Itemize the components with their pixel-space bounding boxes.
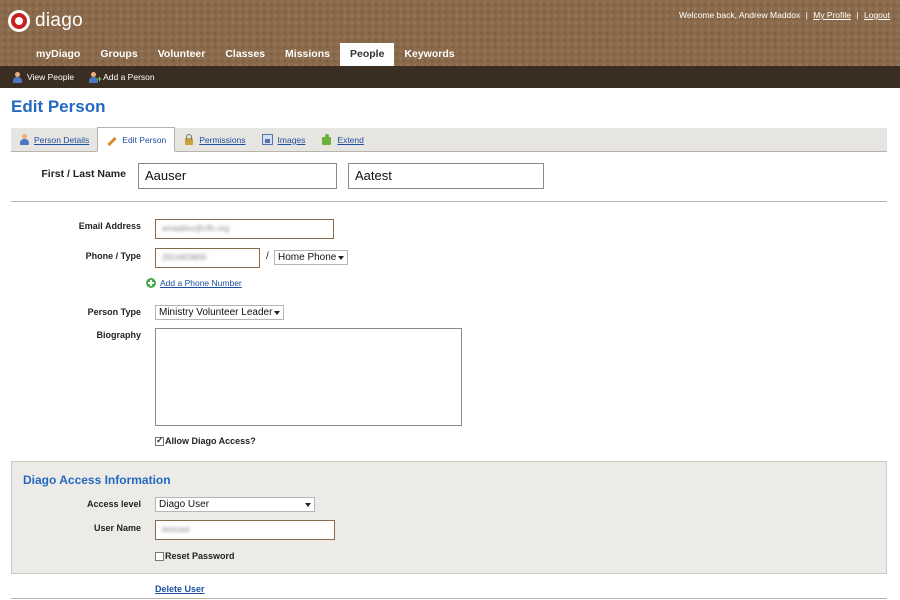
nav-keywords[interactable]: Keywords xyxy=(394,43,464,66)
last-name-input[interactable]: Aatest xyxy=(348,163,544,189)
person-type-label: Person Type xyxy=(87,307,141,317)
add-person-icon: + xyxy=(88,71,102,83)
separator: | xyxy=(856,10,859,20)
nav-people[interactable]: People xyxy=(339,43,395,66)
people-icon xyxy=(12,71,23,83)
phone-separator: / xyxy=(266,251,269,262)
diago-logo-icon xyxy=(8,10,30,32)
email-value: amaddox@cffc.org xyxy=(162,224,230,233)
delete-user-link[interactable]: Delete User xyxy=(155,584,205,594)
access-level-select[interactable]: Diago User xyxy=(155,497,315,512)
bottom-divider xyxy=(11,598,887,599)
access-section-title: Diago Access Information xyxy=(23,473,171,487)
first-name-input[interactable]: Aauser xyxy=(138,163,337,189)
add-person-link[interactable]: + Add a Person xyxy=(88,71,155,83)
tab-extend[interactable]: Extend xyxy=(313,128,371,151)
tab-images[interactable]: Images xyxy=(254,128,314,151)
nav-volunteer[interactable]: Volunteer xyxy=(148,43,216,66)
phone-value: 2814403800 xyxy=(162,253,207,262)
tab-label: Extend xyxy=(337,134,364,145)
reset-password-checkbox[interactable] xyxy=(155,551,164,561)
view-people-link[interactable]: View People xyxy=(12,71,75,83)
tab-label: Permissions xyxy=(199,134,246,145)
page-title: Edit Person xyxy=(11,97,106,116)
images-icon xyxy=(261,134,273,145)
my-profile-link[interactable]: My Profile xyxy=(813,10,851,20)
tab-person-details[interactable]: Person Details xyxy=(11,128,97,151)
username-label: User Name xyxy=(93,523,141,533)
chevron-down-icon xyxy=(305,503,311,507)
email-input[interactable]: amaddox@cffc.org xyxy=(155,219,334,239)
view-people-label: View People xyxy=(27,72,75,82)
add-phone-link[interactable]: Add a Phone Number xyxy=(146,278,242,288)
logout-link[interactable]: Logout xyxy=(864,10,890,20)
tab-label: Images xyxy=(277,134,306,145)
add-phone-label: Add a Phone Number xyxy=(160,278,242,288)
pencil-icon xyxy=(106,134,117,145)
username-input[interactable]: testuser xyxy=(155,520,335,540)
chevron-down-icon xyxy=(338,256,344,260)
nav-mydiago[interactable]: myDiago xyxy=(26,43,90,66)
app-header: diago Welcome back, Andrew Maddox | My P… xyxy=(0,0,900,66)
nav-missions[interactable]: Missions xyxy=(275,43,340,66)
email-label: Email Address xyxy=(78,221,141,231)
tab-permissions[interactable]: Permissions xyxy=(175,128,253,151)
access-level-label: Access level xyxy=(86,499,141,509)
person-type-select[interactable]: Ministry Volunteer Leader xyxy=(155,305,284,320)
allow-access-checkbox[interactable] xyxy=(155,435,164,446)
phone-type-value: Home Phone xyxy=(278,252,337,263)
chevron-down-icon xyxy=(274,311,280,315)
separator: | xyxy=(805,10,808,20)
welcome-text: Welcome back, Andrew Maddox xyxy=(679,10,801,20)
diago-logo[interactable]: diago xyxy=(8,10,83,32)
logo-text: diago xyxy=(35,10,83,31)
add-person-label: Add a Person xyxy=(103,72,155,82)
biography-textarea[interactable] xyxy=(155,328,462,426)
tab-edit-person[interactable]: Edit Person xyxy=(97,127,176,152)
reset-password-label: Reset Password xyxy=(165,551,235,561)
puzzle-icon xyxy=(321,134,332,145)
access-level-value: Diago User xyxy=(159,499,210,510)
phone-type-select[interactable]: Home Phone xyxy=(274,250,348,265)
tab-label: Person Details xyxy=(34,134,90,145)
section-divider xyxy=(11,201,887,202)
user-bar: Welcome back, Andrew Maddox | My Profile… xyxy=(679,10,890,20)
phone-label: Phone / Type xyxy=(85,251,141,261)
name-label: First / Last Name xyxy=(41,168,126,180)
main-nav: myDiago Groups Volunteer Classes Mission… xyxy=(26,43,465,66)
biography-label: Biography xyxy=(96,330,141,340)
allow-access-row: Allow Diago Access? xyxy=(155,435,256,446)
allow-access-label: Allow Diago Access? xyxy=(165,436,256,446)
reset-password-row: Reset Password xyxy=(155,551,235,561)
person-type-value: Ministry Volunteer Leader xyxy=(159,307,273,318)
tab-label: Edit Person xyxy=(122,134,167,145)
nav-groups[interactable]: Groups xyxy=(90,43,147,66)
sub-nav: View People + Add a Person xyxy=(0,66,900,88)
tab-bar: Person Details Edit Person Permissions I… xyxy=(11,127,887,152)
plus-circle-icon xyxy=(146,278,156,288)
lock-icon xyxy=(183,134,194,145)
nav-classes[interactable]: Classes xyxy=(215,43,275,66)
username-value: testuser xyxy=(162,525,191,534)
person-icon xyxy=(19,134,30,145)
phone-input[interactable]: 2814403800 xyxy=(155,248,260,268)
